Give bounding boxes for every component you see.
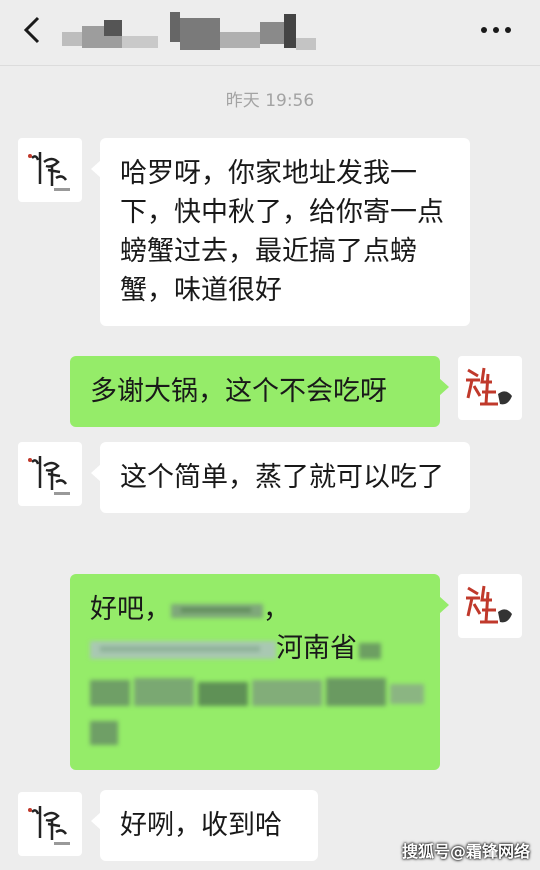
message-bubble-received[interactable]: 好咧，收到哈 <box>91 790 318 861</box>
redacted-address <box>90 677 424 706</box>
message-text: 多谢大锅，这个不会吃呀 <box>90 376 387 407</box>
message-timestamp: 昨天 19:56 <box>225 91 315 111</box>
contact-avatar[interactable] <box>18 792 82 856</box>
more-dots-icon[interactable] <box>478 20 514 40</box>
contact-logo-icon <box>28 456 70 495</box>
message-text: ， <box>263 594 290 625</box>
title-bar <box>0 0 540 66</box>
contact-avatar[interactable] <box>18 138 82 202</box>
message-bubble-sent[interactable]: 好吧， ， 河南省 <box>70 574 449 770</box>
message-text: 这个简单，蒸了就可以吃了 <box>120 462 444 493</box>
self-logo-icon <box>466 585 512 624</box>
message-bubble-sent[interactable]: 多谢大锅，这个不会吃呀 <box>70 356 449 427</box>
chevron-left-icon[interactable] <box>16 12 52 48</box>
contact-avatar[interactable] <box>18 442 82 506</box>
message-text: 好咧，收到哈 <box>120 810 282 841</box>
contact-logo-icon <box>28 806 70 845</box>
self-avatar[interactable] <box>458 356 522 420</box>
message-bubble-received[interactable]: 哈罗呀，你家地址发我一下，快中秋了，给你寄一点螃蟹过去，最近搞了点螃蟹，味道很好 <box>91 138 470 326</box>
redacted-address-end <box>90 720 118 745</box>
redacted-name <box>171 603 263 618</box>
self-logo-icon <box>466 367 512 406</box>
message-bubble-received[interactable]: 这个简单，蒸了就可以吃了 <box>91 442 470 513</box>
redacted-city <box>359 642 381 659</box>
self-avatar[interactable] <box>458 574 522 638</box>
message-text: 好吧， <box>90 594 171 625</box>
chat-title-redacted <box>62 12 316 50</box>
watermark: 搜狐号@霜锋网络 <box>401 842 530 861</box>
message-text: 河南省 <box>276 633 357 664</box>
redacted-phone <box>90 640 276 659</box>
contact-logo-icon <box>28 152 70 191</box>
message-text: 哈罗呀，你家地址发我一下，快中秋了，给你寄一点螃蟹过去，最近搞了点螃蟹，味道很好 <box>120 158 444 306</box>
